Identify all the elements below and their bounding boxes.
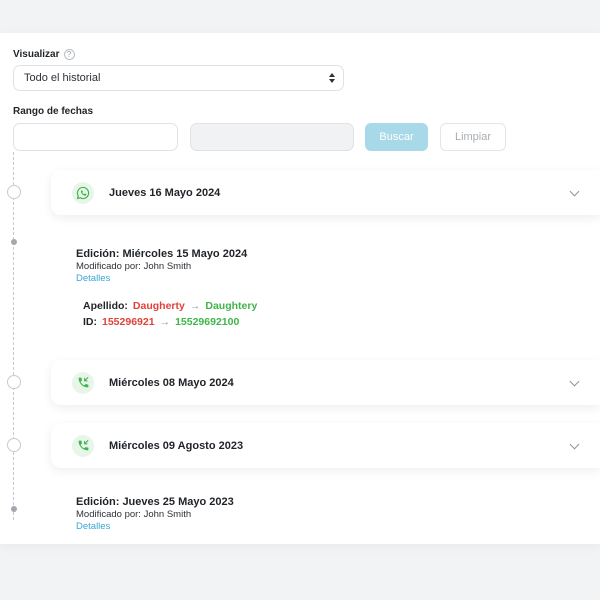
details-link[interactable]: Detalles [76,273,247,284]
old-value: Daugherty [132,300,185,312]
phone-incoming-icon [72,371,94,394]
change-row: Apellido: Daugherty → Daughtery [83,300,257,312]
visualizar-label-text: Visualizar [13,49,60,60]
new-value: 15529692100 [175,316,240,328]
date-range-label-text: Rango de fechas [13,106,94,117]
timeline-card[interactable]: Miércoles 09 Agosto 2023 [51,423,600,468]
card-date-title: Miércoles 09 Agosto 2023 [109,439,244,452]
chevron-down-icon[interactable] [569,186,580,197]
card-date-title: Miércoles 08 Mayo 2024 [109,376,234,389]
timeline-line [13,152,14,520]
whatsapp-icon [72,181,94,204]
chevron-down-icon[interactable] [569,376,580,387]
date-from-input[interactable] [13,123,178,151]
timeline-dot [11,239,17,245]
edit-entry: Edición: Jueves 25 Mayo 2023 Modificado … [76,496,234,532]
change-row: ID: 155296921 → 15529692100 [83,316,239,328]
timeline-card[interactable]: Jueves 16 Mayo 2024 [51,170,600,215]
search-button[interactable]: Buscar [365,123,428,151]
visualizar-label: Visualizar ? [13,49,75,60]
timeline-node [7,185,21,199]
arrow-right-icon: → [159,316,171,328]
select-arrows-icon [329,72,335,84]
modified-by-text: Modificado por: John Smith [76,261,192,272]
change-field: ID: [83,316,97,328]
change-field: Apellido: [83,300,128,312]
clear-button[interactable]: Limpiar [440,123,506,151]
timeline-node [7,375,21,389]
visualizar-select-value: Todo el historial [24,72,101,84]
modified-by-text: Modificado por: John Smith [76,509,192,520]
new-value: Daughtery [205,300,258,312]
timeline-dot [11,506,17,512]
chevron-down-icon[interactable] [569,439,580,450]
date-range-label: Rango de fechas [13,106,93,117]
arrow-right-icon: → [189,300,201,312]
details-link[interactable]: Detalles [76,521,234,532]
phone-incoming-icon [72,434,94,457]
visualizar-select[interactable]: Todo el historial [13,65,344,91]
card-date-title: Jueves 16 Mayo 2024 [109,186,221,199]
edit-entry-title: Edición: Jueves 25 Mayo 2023 [76,496,234,508]
edit-entry: Edición: Miércoles 15 Mayo 2024 Modifica… [76,248,247,284]
edit-entry-title: Edición: Miércoles 15 Mayo 2024 [76,248,248,260]
timeline-card[interactable]: Miércoles 08 Mayo 2024 [51,360,600,405]
date-to-input[interactable] [190,123,354,151]
timeline-node [7,438,21,452]
old-value: 155296921 [102,316,155,328]
help-icon[interactable]: ? [63,49,75,60]
